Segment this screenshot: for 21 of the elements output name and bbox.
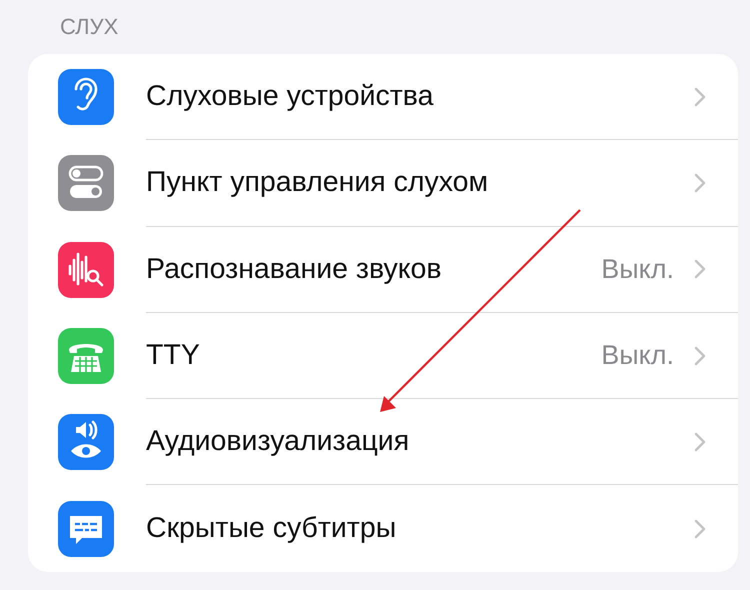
settings-row[interactable]: Распознавание звуков Выкл. (28, 226, 738, 313)
settings-row[interactable]: TTY Выкл. (28, 312, 738, 400)
settings-row[interactable]: Аудиовизуализация (28, 399, 738, 486)
chevron-icon (694, 172, 706, 193)
chevron-icon (694, 259, 706, 280)
row-label: Скрытые субтитры (146, 512, 396, 546)
row-label: Слуховые устройства (146, 80, 434, 114)
row-value: Выкл. (601, 340, 674, 372)
row-label: TTY (146, 339, 200, 372)
chevron-icon (694, 518, 706, 539)
chevron-icon (694, 346, 706, 366)
row-label: Распознавание звуков (146, 252, 442, 286)
chevron-icon (694, 432, 706, 452)
settings-row[interactable]: Скрытые субтитры (28, 485, 738, 572)
row-label: Аудиовизуализация (146, 425, 410, 458)
section-header: СЛУХ (59, 13, 120, 41)
row-value: Выкл. (601, 254, 674, 285)
settings-row[interactable]: Пункт управления слухом (28, 140, 738, 227)
row-label: Пункт управления слухом (146, 166, 488, 200)
chevron-icon (694, 86, 706, 107)
settings-row[interactable]: Слуховые устройства (28, 54, 738, 140)
